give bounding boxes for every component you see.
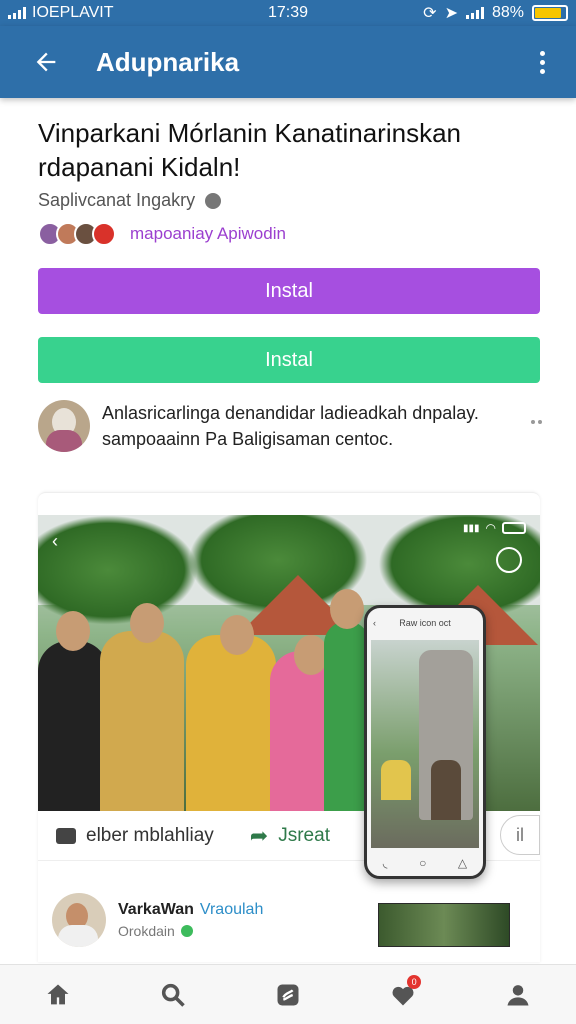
- back-arrow-icon: [36, 52, 56, 72]
- chat-icon: [56, 827, 76, 844]
- record-icon[interactable]: [496, 547, 522, 573]
- app-bar: Adupnarika: [0, 26, 576, 98]
- extra-action[interactable]: il: [500, 815, 540, 855]
- phone-nav: ◟ ○ △: [382, 856, 468, 870]
- nav-profile[interactable]: [496, 973, 540, 1017]
- install-button-secondary[interactable]: Instal: [38, 337, 540, 383]
- friend-avatars: [38, 222, 116, 246]
- avatar[interactable]: [52, 893, 106, 947]
- phone-screen: [371, 640, 479, 848]
- post-headline: Vinparkani Mórlanin Kanatinarinskan rdap…: [38, 118, 461, 182]
- friends-row[interactable]: mapoaniay Apiwodin: [38, 222, 286, 246]
- install-button-primary[interactable]: Instal: [38, 268, 540, 314]
- back-button[interactable]: [18, 34, 74, 90]
- profile-icon: [507, 984, 529, 1005]
- post-author: VarkaWan Vraoulah: [118, 901, 264, 918]
- post-row[interactable]: VarkaWan Vraoulah Orokdain: [52, 889, 528, 953]
- app-title: Adupnarika: [96, 46, 240, 77]
- like-action[interactable]: elber mblahliay: [56, 825, 214, 847]
- more-vert-icon[interactable]: [530, 42, 554, 82]
- person: [100, 631, 184, 811]
- person-head: [130, 603, 164, 643]
- phone-mockup: ‹ Raw icon oct ◟ ○ △: [364, 605, 486, 879]
- person-head: [220, 615, 254, 655]
- person-head: [330, 589, 364, 629]
- share-label: Jsreat: [278, 824, 330, 846]
- battery-icon: [532, 5, 568, 21]
- comment-text: Anlasricarlinga denandidar ladieadkah dn…: [102, 403, 479, 449]
- share-icon: ➦: [249, 822, 269, 848]
- search-icon: [161, 983, 185, 1007]
- status-bar: IOEPLAVIT 17:39 ⟳ ➤ 88%: [0, 0, 576, 26]
- person: [186, 635, 276, 811]
- person-head: [56, 611, 90, 651]
- nav-app[interactable]: [266, 973, 310, 1017]
- person: [38, 641, 108, 811]
- nav-favorites[interactable]: 0: [381, 973, 425, 1017]
- nav-home[interactable]: [36, 973, 80, 1017]
- person-head: [294, 635, 328, 675]
- avatar: [92, 222, 116, 246]
- avatar[interactable]: [38, 400, 90, 452]
- status-time: 17:39: [267, 4, 309, 21]
- phone-header: ‹ Raw icon oct: [373, 618, 451, 628]
- author-link[interactable]: Vraoulah: [200, 901, 263, 918]
- home-icon: [47, 984, 69, 1004]
- media-card: ‹ ▮▮▮ ◠ ‹ Raw icon oct ◟ ○ △ elber mblahli…: [38, 492, 540, 962]
- chevron-left-icon[interactable]: ‹: [52, 531, 58, 552]
- post-sub: Orokdain: [118, 923, 193, 939]
- share-action[interactable]: ➦ Jsreat: [250, 823, 330, 849]
- globe-icon: [205, 192, 222, 209]
- app-icon: [277, 984, 299, 1005]
- photo-status-icons: ▮▮▮ ◠: [463, 521, 526, 535]
- bottom-nav: 0: [0, 964, 576, 1024]
- video-thumbnail[interactable]: [378, 903, 510, 947]
- more-icon[interactable]: [531, 420, 542, 424]
- comment-row: Anlasricarlinga denandidar ladieadkah dn…: [38, 400, 542, 452]
- like-label: elber mblahliay: [86, 824, 214, 846]
- online-dot: [180, 925, 193, 937]
- subline-text: Saplivcanat Ingakry: [38, 190, 196, 210]
- post-subline: Saplivcanat Ingakry: [38, 190, 222, 211]
- notification-badge: 0: [407, 974, 422, 989]
- nav-search[interactable]: [151, 973, 195, 1017]
- friends-text: mapoaniay Apiwodin: [130, 224, 286, 243]
